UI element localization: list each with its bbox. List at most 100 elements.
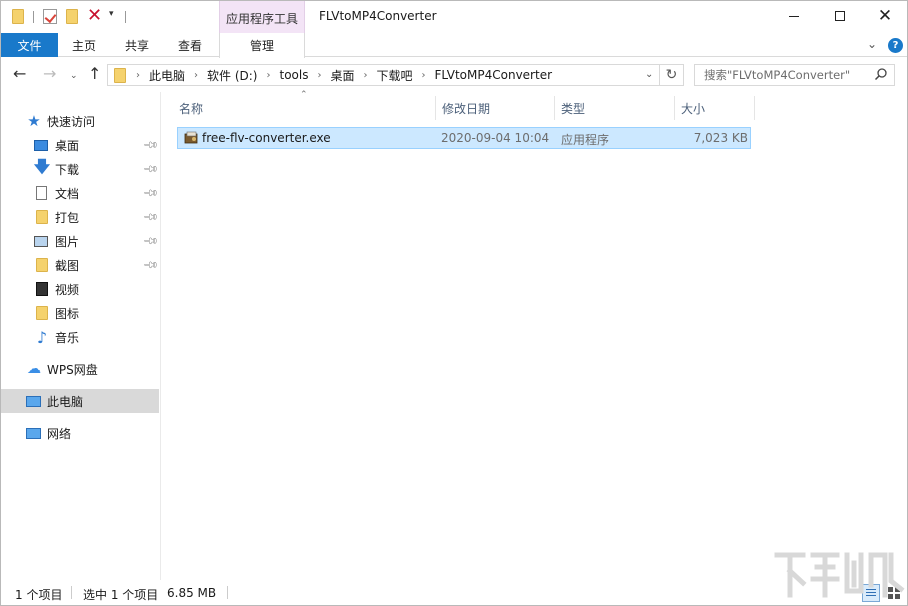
pin-icon[interactable]: 📌︎ [142, 257, 159, 274]
pin-icon[interactable]: 📌︎ [142, 137, 159, 154]
sidebar-item-label: 截图 [55, 258, 80, 273]
sidebar-item-documents[interactable]: 文档 📌︎ [1, 181, 159, 205]
refresh-icon: ↻ [665, 67, 678, 83]
sidebar-item-label: 下载 [55, 162, 80, 177]
pin-icon[interactable]: 📌︎ [142, 233, 159, 250]
tab-home[interactable]: 主页 [72, 33, 96, 57]
tab-view[interactable]: 查看 [178, 33, 202, 57]
file-date-modified: 2020-09-04 10:04 [441, 131, 550, 145]
sidebar-item-label: 音乐 [55, 330, 80, 345]
pin-icon[interactable]: 📌︎ [142, 185, 159, 202]
navigation-pane: ★ 快速访问 桌面 📌︎ 🡇 下载 📌︎ 文档 📌︎ 打包 📌︎ 图片 📌︎ 截… [1, 92, 161, 580]
recent-locations-chevron-icon[interactable]: ⌄ [70, 68, 78, 84]
sidebar-item-label: 视频 [55, 282, 80, 297]
sidebar-item-label: 快速访问 [47, 114, 96, 129]
sidebar-item-dabao[interactable]: 打包 📌︎ [1, 205, 159, 229]
sidebar-item-label: 此电脑 [47, 394, 84, 409]
breadcrumb: › 此电脑 › 软件 (D:) › tools › 桌面 › 下载吧 › FLV… [136, 65, 552, 85]
maximize-button[interactable] [817, 1, 863, 31]
sidebar-item-label: 图标 [55, 306, 80, 321]
delete-x-icon[interactable]: ✕ [87, 5, 102, 27]
sidebar-item-desktop[interactable]: 桌面 📌︎ [1, 133, 159, 157]
breadcrumb-drive-d[interactable]: 软件 (D:) [207, 67, 257, 84]
status-divider [71, 586, 72, 599]
computer-icon [26, 395, 41, 407]
status-bar: 1 个项目 选中 1 个项目 6.85 MB [1, 580, 907, 605]
breadcrumb-this-pc[interactable]: 此电脑 [149, 67, 185, 84]
sidebar-item-downloads[interactable]: 🡇 下载 📌︎ [1, 157, 159, 181]
help-icon[interactable]: ? [888, 38, 903, 53]
item-count: 1 个项目 [15, 588, 63, 602]
sidebar-item-videos[interactable]: 视频 [1, 277, 159, 301]
status-divider [227, 586, 228, 599]
close-icon: ✕ [877, 5, 893, 26]
breadcrumb-separator-icon[interactable]: › [194, 70, 198, 81]
expand-ribbon-chevron-icon[interactable]: ⌄ [867, 37, 877, 51]
search-icon[interactable] [874, 67, 888, 81]
forward-arrow-icon[interactable]: → [43, 66, 56, 82]
sidebar-item-network[interactable]: 网络 [1, 421, 159, 445]
breadcrumb-separator-icon[interactable]: › [363, 70, 367, 81]
tab-manage[interactable]: 管理 [219, 33, 305, 58]
column-header-size[interactable]: 大小 [675, 96, 755, 120]
contextual-tab-group: 应用程序工具 [219, 1, 305, 33]
column-header-name[interactable]: 名称 [173, 96, 436, 120]
sidebar-item-pictures[interactable]: 图片 📌︎ [1, 229, 159, 253]
contextual-tab-group-label: 应用程序工具 [225, 12, 298, 26]
search-input[interactable] [696, 66, 866, 84]
application-exe-icon [184, 131, 198, 144]
sidebar-item-label: WPS网盘 [47, 362, 98, 377]
up-arrow-icon[interactable]: ↑ [88, 66, 101, 82]
search-box[interactable] [694, 64, 895, 86]
column-header-label: 大小 [681, 101, 706, 116]
folder-icon [114, 68, 126, 83]
tab-share[interactable]: 共享 [125, 33, 149, 57]
column-header-label: 类型 [561, 101, 586, 116]
address-history-chevron-icon[interactable]: ⌄ [645, 69, 653, 80]
sidebar-item-label: 文档 [55, 186, 80, 201]
column-header-type[interactable]: 类型 [555, 96, 675, 120]
column-header-label: 名称 [179, 101, 204, 116]
pin-icon[interactable]: 📌︎ [142, 209, 159, 226]
close-button[interactable]: ✕ [862, 1, 907, 31]
address-bar[interactable]: › 此电脑 › 软件 (D:) › tools › 桌面 › 下载吧 › FLV… [107, 64, 660, 86]
file-type: 应用程序 [561, 133, 610, 147]
properties-check-icon[interactable] [43, 9, 57, 24]
sidebar-item-icons[interactable]: 图标 [1, 301, 159, 325]
explorer-window: ✕ ▾ 应用程序工具 FLVtoMP4Converter ✕ 文件 主页 共享 … [0, 0, 908, 606]
new-folder-icon[interactable] [66, 9, 78, 24]
pin-icon[interactable]: 📌︎ [142, 161, 159, 178]
navigation-bar: ← → ⌄ ↑ › 此电脑 › 软件 (D:) › tools › 桌面 › 下… [1, 58, 907, 92]
refresh-button[interactable]: ↻ [660, 64, 684, 86]
minimize-button[interactable] [771, 1, 817, 31]
folder-icon [12, 9, 24, 24]
sidebar-item-screenshots[interactable]: 截图 📌︎ [1, 253, 159, 277]
breadcrumb-separator-icon[interactable]: › [317, 70, 321, 81]
selected-count: 选中 1 个项目 [83, 588, 159, 602]
minimize-icon [789, 15, 799, 17]
sidebar-item-wps-cloud[interactable]: ☁ WPS网盘 [1, 357, 159, 381]
cloud-icon: ☁ [27, 361, 41, 377]
breadcrumb-separator-icon[interactable]: › [266, 70, 270, 81]
maximize-icon [835, 11, 845, 21]
breadcrumb-xiazaiba[interactable]: 下载吧 [376, 67, 412, 84]
breadcrumb-desktop[interactable]: 桌面 [330, 67, 354, 84]
column-header-date-modified[interactable]: 修改日期 [436, 96, 555, 120]
sidebar-item-label: 桌面 [55, 138, 80, 153]
download-icon: 🡇 [33, 156, 51, 176]
breadcrumb-separator-icon[interactable]: › [136, 70, 140, 81]
pictures-icon [34, 235, 48, 247]
breadcrumb-tools[interactable]: tools [279, 68, 308, 82]
sidebar-item-this-pc[interactable]: 此电脑 [1, 389, 159, 413]
table-row[interactable]: free-flv-converter.exe 2020-09-04 10:04 … [177, 127, 751, 149]
folder-icon [36, 210, 48, 224]
column-divider[interactable] [754, 96, 755, 120]
sidebar-item-quick-access[interactable]: ★ 快速访问 [1, 109, 159, 133]
back-arrow-icon[interactable]: ← [13, 66, 26, 82]
sidebar-item-music[interactable]: ♪ 音乐 [1, 325, 159, 349]
breadcrumb-separator-icon[interactable]: › [422, 70, 426, 81]
selected-size: 6.85 MB [167, 586, 217, 600]
tab-file[interactable]: 文件 [1, 33, 58, 57]
breadcrumb-current-folder[interactable]: FLVtoMP4Converter [435, 68, 553, 82]
customize-dropdown-icon[interactable]: ▾ [109, 9, 114, 19]
